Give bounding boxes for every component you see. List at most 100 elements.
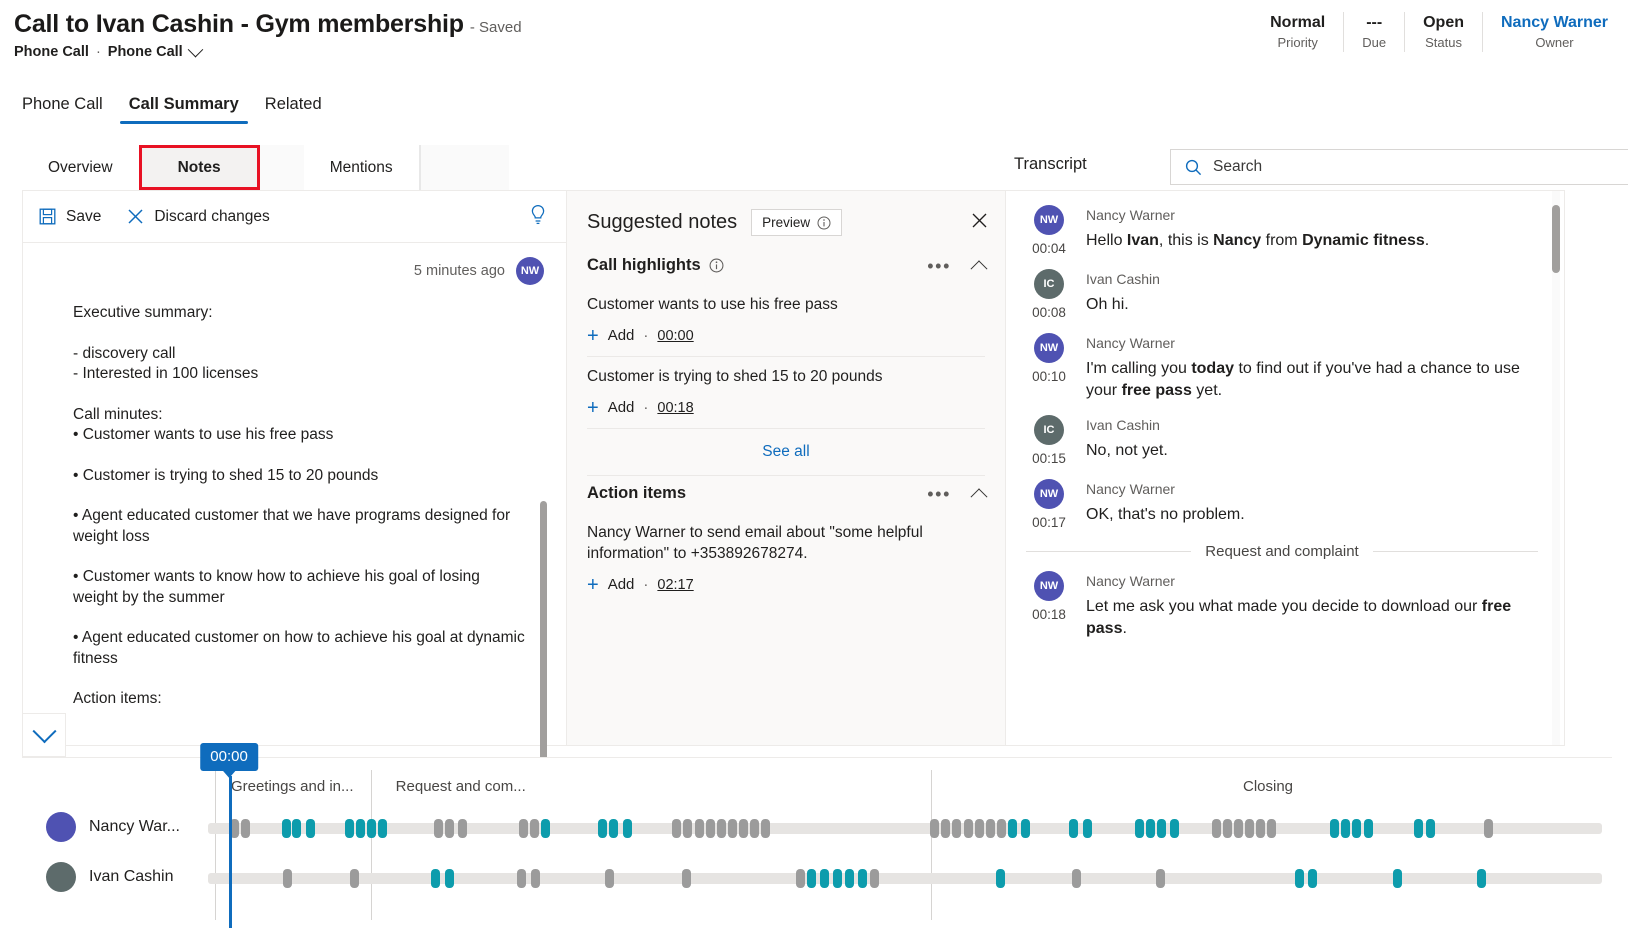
chevron-up-icon[interactable] (971, 488, 988, 505)
timeline-tick (458, 819, 467, 838)
chevron-up-icon[interactable] (971, 260, 988, 277)
timeline-tick (1295, 869, 1304, 888)
subtab-notes[interactable]: Notes (139, 145, 260, 190)
chevron-down-icon[interactable] (187, 41, 203, 57)
timeline-tick (530, 819, 539, 838)
subtab-mentions[interactable]: Mentions (304, 145, 419, 190)
notes-blank-line (73, 446, 526, 466)
add-button[interactable]: Add (608, 327, 635, 344)
timeline-tick (598, 819, 607, 838)
timeline-tick (1234, 819, 1243, 838)
transcript-timestamp[interactable]: 00:04 (1032, 241, 1066, 256)
add-button[interactable]: Add (608, 399, 635, 416)
breadcrumb: Phone Call · Phone Call (14, 44, 201, 60)
timeline-tick (434, 819, 443, 838)
close-suggested-notes-button[interactable] (970, 211, 989, 235)
timeline-tick (1069, 819, 1078, 838)
transcript-entry-meta: NW00:18 (1026, 571, 1072, 640)
more-options-icon[interactable]: ••• (927, 261, 951, 271)
info-icon[interactable] (709, 258, 724, 273)
transcript-entry[interactable]: IC00:08Ivan CashinOh hi. (1026, 269, 1538, 320)
save-button[interactable]: Save (39, 208, 101, 226)
suggested-note-item: Nancy Warner to send email about "some h… (587, 513, 985, 605)
transcript-scrollbar-thumb[interactable] (1552, 205, 1560, 273)
header-field-label: Status (1425, 34, 1462, 52)
transcript-timestamp[interactable]: 00:15 (1032, 451, 1066, 466)
transcript-entry-body: Nancy WarnerLet me ask you what made you… (1086, 571, 1538, 640)
plus-icon[interactable]: + (587, 329, 599, 343)
timeline-tick (1157, 819, 1166, 838)
transcript-entry[interactable]: NW00:04Nancy WarnerHello Ivan, this is N… (1026, 205, 1538, 256)
preview-badge[interactable]: Preview (751, 209, 842, 236)
timeline-tick (717, 819, 726, 838)
search-placeholder: Search (1213, 158, 1262, 176)
subtab-overview[interactable]: Overview (22, 145, 139, 190)
suggested-note-actions: +Add·00:00 (587, 327, 985, 344)
timestamp-link[interactable]: 02:17 (657, 577, 693, 593)
see-all-link[interactable]: See all (587, 429, 985, 476)
avatar: IC (1034, 269, 1064, 299)
timeline-speaker-nw: Nancy War... (22, 802, 208, 852)
timeline-tick (445, 819, 454, 838)
notes-content[interactable]: Executive summary:- discovery call- Inte… (23, 291, 566, 731)
collapse-notes-button[interactable] (22, 713, 66, 757)
page-header: Call to Ivan Cashin - Gym membership- Sa… (0, 0, 1628, 78)
notes-line: Action items: (73, 689, 526, 710)
timeline-speaker-name: Nancy War... (89, 818, 180, 836)
suggested-note-actions: + Add · 00:18 (587, 399, 985, 416)
transcript-timestamp[interactable]: 00:08 (1032, 305, 1066, 320)
separator-dot: · (643, 399, 648, 416)
transcript-text: Let me ask you what made you decide to d… (1086, 596, 1538, 640)
transcript-entry[interactable]: NW00:10Nancy WarnerI'm calling you today… (1026, 333, 1538, 402)
page-title: Call to Ivan Cashin - Gym membership- Sa… (14, 10, 522, 39)
header-field-value: Open (1423, 12, 1464, 34)
timeline-tick (1341, 819, 1350, 838)
timeline-tick (241, 819, 250, 838)
timeline-tick (796, 869, 805, 888)
timeline-playhead[interactable] (229, 776, 232, 928)
suggested-note-text: Nancy Warner to send email about "some h… (587, 522, 985, 564)
separator-dot: · (643, 576, 648, 593)
more-options-icon[interactable]: ••• (927, 489, 951, 499)
transcript-timestamp[interactable]: 00:17 (1032, 515, 1066, 530)
suggested-section-header: Call highlights••• (587, 248, 985, 285)
timeline-tick (695, 819, 704, 838)
transcript-text: I'm calling you today to find out if you… (1086, 358, 1538, 402)
discard-changes-button[interactable]: Discard changes (127, 208, 269, 226)
timeline-plot[interactable]: Greetings and in...Request and com...Clo… (208, 758, 1612, 944)
lightbulb-icon[interactable] (528, 204, 548, 230)
timeline-tick (623, 819, 632, 838)
avatar (46, 812, 76, 842)
tab-call-summary[interactable]: Call Summary (120, 95, 248, 124)
header-field-owner[interactable]: Nancy WarnerOwner (1483, 12, 1610, 52)
avatar: NW (1034, 333, 1064, 363)
transcript-scrollbar-track[interactable] (1552, 191, 1560, 745)
timeline-tick (1414, 819, 1423, 838)
timeline-tick (283, 869, 292, 888)
timestamp-link[interactable]: 00:18 (657, 400, 693, 416)
add-button[interactable]: Add (608, 576, 635, 593)
transcript-entry[interactable]: NW00:18 Nancy WarnerLet me ask you what m… (1026, 571, 1538, 640)
transcript-timestamp[interactable]: 00:10 (1032, 369, 1066, 384)
search-input[interactable]: Search (1170, 149, 1628, 185)
timeline-tick (833, 869, 842, 888)
breadcrumb-form[interactable]: Phone Call (108, 44, 183, 60)
timeline-segment-divider (931, 770, 932, 920)
timeline-tick (350, 869, 359, 888)
suggested-section-title: Action items (587, 484, 686, 503)
tab-related[interactable]: Related (256, 95, 331, 124)
plus-icon[interactable]: + (587, 401, 599, 415)
tab-phone-call[interactable]: Phone Call (13, 95, 112, 124)
timeline-lane-ic[interactable] (208, 873, 1602, 884)
transcript-timestamp[interactable]: 00:18 (1032, 607, 1066, 622)
timestamp-link[interactable]: 00:00 (657, 328, 693, 344)
transcript-list[interactable]: NW00:04Nancy WarnerHello Ivan, this is N… (1006, 191, 1564, 745)
plus-icon[interactable]: + (587, 578, 599, 592)
timeline-lane-nw[interactable] (208, 823, 1602, 834)
header-field-status: OpenStatus (1405, 12, 1483, 52)
transcript-panel: NW00:04Nancy WarnerHello Ivan, this is N… (1005, 190, 1565, 746)
transcript-entry[interactable]: IC00:15Ivan CashinNo, not yet. (1026, 415, 1538, 466)
transcript-entry[interactable]: NW00:17Nancy WarnerOK, that's no problem… (1026, 479, 1538, 530)
suggested-notes-header: Suggested notes Preview (567, 191, 1005, 248)
breadcrumb-separator: · (96, 44, 101, 60)
